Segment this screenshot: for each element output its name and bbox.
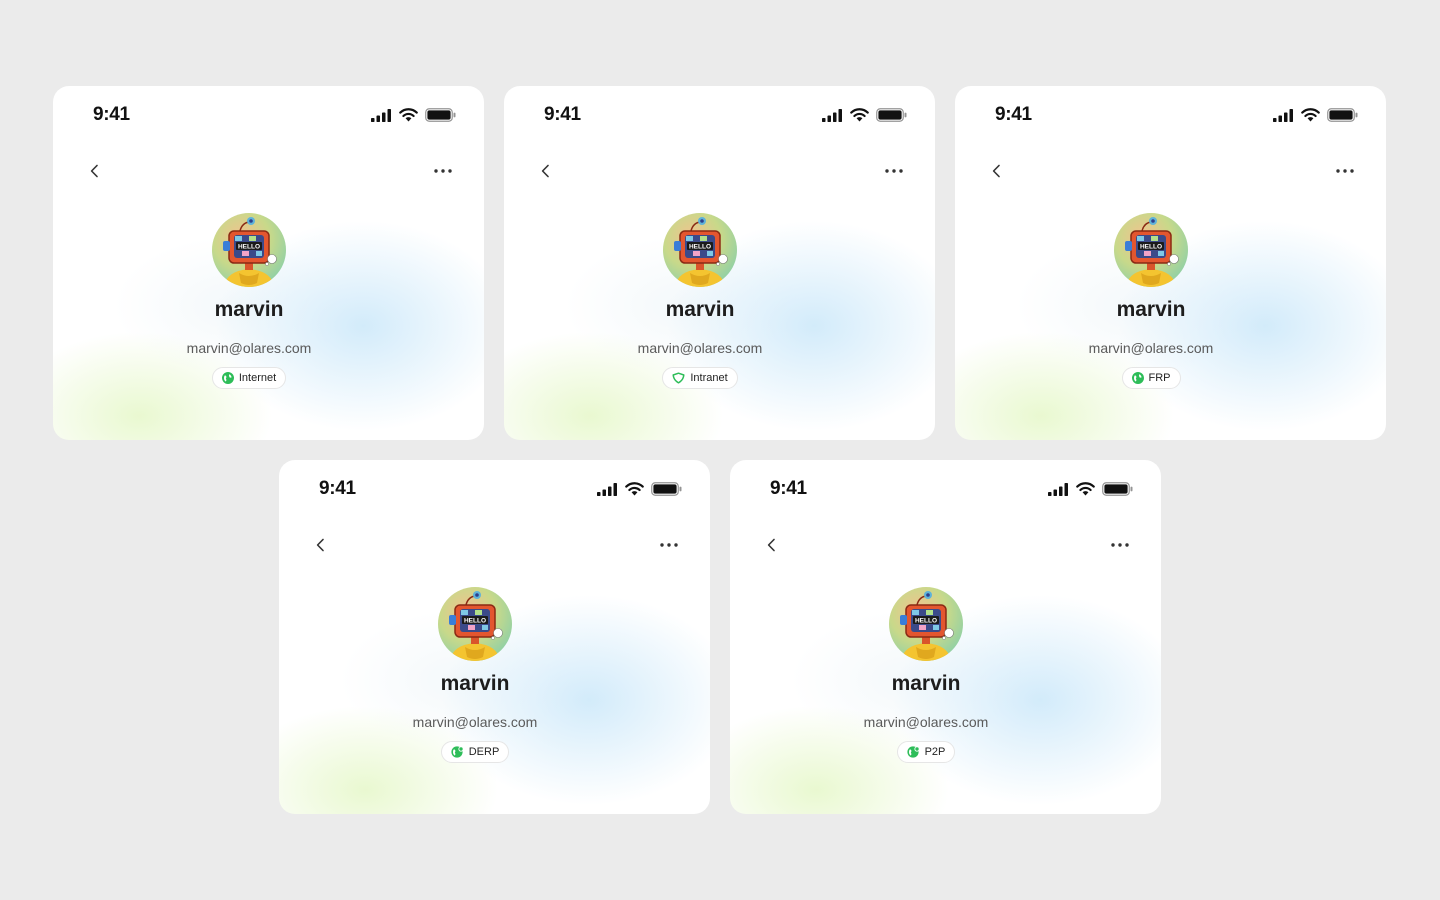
svg-text:HELLO: HELLO bbox=[1140, 244, 1162, 251]
svg-text:HELLO: HELLO bbox=[915, 618, 937, 625]
more-options-button[interactable] bbox=[432, 162, 454, 180]
robot-avatar-image: HELLO bbox=[663, 213, 737, 287]
more-options-button[interactable] bbox=[658, 536, 680, 554]
network-type-badge: Intranet bbox=[662, 367, 738, 389]
back-button[interactable] bbox=[763, 536, 781, 554]
robot-avatar-image: HELLO bbox=[1114, 213, 1188, 287]
avatar: HELLO bbox=[438, 587, 512, 661]
status-bar-icons bbox=[371, 108, 456, 122]
network-type-label: DERP bbox=[468, 746, 500, 758]
profile-card-derp: 9:41 HELLO marvin marvin@olares.com DERP bbox=[279, 460, 710, 814]
battery-icon bbox=[651, 482, 682, 496]
back-button[interactable] bbox=[86, 162, 104, 180]
cellular-signal-icon bbox=[1273, 108, 1293, 122]
avatar: HELLO bbox=[212, 213, 286, 287]
more-options-button[interactable] bbox=[1109, 536, 1131, 554]
avatar: HELLO bbox=[1114, 213, 1188, 287]
globe-icon bbox=[1131, 372, 1144, 384]
status-bar-icons bbox=[1048, 482, 1133, 496]
profile-card-intranet: 9:41 HELLO marvin marvin@olares.com Intr… bbox=[504, 86, 935, 440]
more-horizontal-icon bbox=[434, 169, 452, 173]
status-bar-time: 9:41 bbox=[995, 104, 1032, 125]
more-horizontal-icon bbox=[885, 169, 903, 173]
more-horizontal-icon bbox=[1111, 543, 1129, 547]
more-options-button[interactable] bbox=[1334, 162, 1356, 180]
more-horizontal-icon bbox=[1336, 169, 1354, 173]
profile-card-internet: 9:41 HELLO marvin marvin@olares.com Inte… bbox=[53, 86, 484, 440]
network-type-badge: Internet bbox=[211, 367, 287, 389]
chevron-left-icon bbox=[316, 538, 324, 552]
profile-email: marvin@olares.com bbox=[412, 714, 538, 730]
cellular-signal-icon bbox=[822, 108, 842, 122]
more-options-button[interactable] bbox=[883, 162, 905, 180]
battery-icon bbox=[1102, 482, 1133, 496]
wifi-icon bbox=[625, 482, 644, 496]
chevron-left-icon bbox=[767, 538, 775, 552]
svg-text:HELLO: HELLO bbox=[238, 244, 260, 251]
status-bar-icons bbox=[597, 482, 682, 496]
profile-email: marvin@olares.com bbox=[863, 714, 989, 730]
robot-avatar-image: HELLO bbox=[212, 213, 286, 287]
status-bar-icons bbox=[822, 108, 907, 122]
profile-name: marvin bbox=[214, 298, 284, 321]
profile-card-frp: 9:41 HELLO marvin marvin@olares.com FRP bbox=[955, 86, 1386, 440]
network-type-badge: FRP bbox=[1121, 367, 1181, 389]
chevron-left-icon bbox=[541, 164, 549, 178]
cellular-signal-icon bbox=[597, 482, 617, 496]
globe-link-icon bbox=[906, 746, 920, 758]
shield-icon bbox=[672, 372, 685, 384]
battery-icon bbox=[1327, 108, 1358, 122]
cellular-signal-icon bbox=[371, 108, 391, 122]
svg-text:HELLO: HELLO bbox=[464, 618, 486, 625]
more-horizontal-icon bbox=[660, 543, 678, 547]
profile-name: marvin bbox=[891, 672, 961, 695]
avatar: HELLO bbox=[889, 587, 963, 661]
robot-avatar-image: HELLO bbox=[438, 587, 512, 661]
battery-icon bbox=[425, 108, 456, 122]
avatar: HELLO bbox=[663, 213, 737, 287]
wifi-icon bbox=[399, 108, 418, 122]
status-bar-icons bbox=[1273, 108, 1358, 122]
profile-card-p2p: 9:41 HELLO marvin marvin@olares.com P2P bbox=[730, 460, 1161, 814]
globe-link-icon bbox=[451, 746, 464, 758]
network-type-label: Intranet bbox=[690, 372, 728, 384]
status-bar-time: 9:41 bbox=[93, 104, 130, 125]
battery-icon bbox=[876, 108, 907, 122]
globe-icon bbox=[221, 372, 234, 384]
globe-link-icon bbox=[906, 746, 920, 758]
globe-icon bbox=[1131, 372, 1144, 384]
back-button[interactable] bbox=[312, 536, 330, 554]
wifi-icon bbox=[1301, 108, 1320, 122]
profile-email: marvin@olares.com bbox=[1088, 340, 1214, 356]
cellular-signal-icon bbox=[1048, 482, 1068, 496]
globe-icon bbox=[221, 372, 234, 384]
profile-name: marvin bbox=[440, 672, 510, 695]
back-button[interactable] bbox=[988, 162, 1006, 180]
chevron-left-icon bbox=[992, 164, 1000, 178]
profile-name: marvin bbox=[1116, 298, 1186, 321]
profile-email: marvin@olares.com bbox=[637, 340, 763, 356]
network-type-label: Internet bbox=[238, 372, 277, 384]
globe-link-icon bbox=[451, 746, 464, 758]
back-button[interactable] bbox=[537, 162, 555, 180]
svg-text:HELLO: HELLO bbox=[689, 244, 711, 251]
wifi-icon bbox=[1076, 482, 1095, 496]
status-bar-time: 9:41 bbox=[544, 104, 581, 125]
profile-name: marvin bbox=[665, 298, 735, 321]
status-bar-time: 9:41 bbox=[319, 478, 356, 499]
status-bar-time: 9:41 bbox=[770, 478, 807, 499]
shield-icon bbox=[672, 372, 685, 384]
chevron-left-icon bbox=[90, 164, 98, 178]
network-type-label: P2P bbox=[924, 746, 946, 758]
network-type-label: FRP bbox=[1148, 372, 1171, 384]
network-type-badge: DERP bbox=[440, 741, 510, 763]
network-type-badge: P2P bbox=[896, 741, 956, 763]
profile-email: marvin@olares.com bbox=[186, 340, 312, 356]
robot-avatar-image: HELLO bbox=[889, 587, 963, 661]
wifi-icon bbox=[850, 108, 869, 122]
